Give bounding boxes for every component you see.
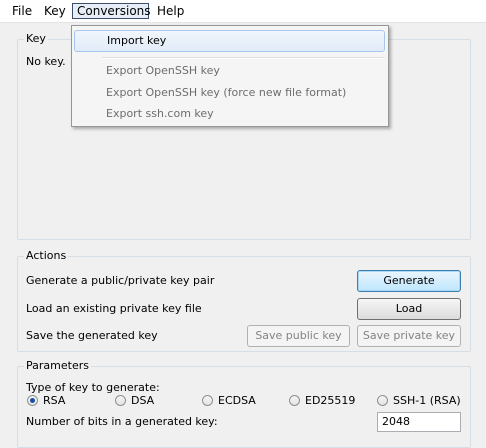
load-label: Load an existing private key file bbox=[26, 302, 202, 315]
radio-ed25519-label: ED25519 bbox=[305, 394, 356, 407]
menu-import-key[interactable]: Import key bbox=[74, 30, 385, 52]
save-private-key-button[interactable]: Save private key bbox=[357, 325, 461, 347]
radio-rsa[interactable]: RSA bbox=[27, 394, 65, 408]
radio-unchecked-icon bbox=[202, 395, 213, 406]
menu-separator bbox=[102, 57, 385, 59]
radio-ecdsa[interactable]: ECDSA bbox=[202, 394, 256, 408]
generate-label: Generate a public/private key pair bbox=[26, 274, 215, 287]
menu-bar: File Key Conversions Help bbox=[0, 0, 486, 23]
radio-checked-icon bbox=[27, 395, 38, 406]
save-label: Save the generated key bbox=[26, 329, 158, 342]
save-public-key-button[interactable]: Save public key bbox=[247, 325, 350, 347]
radio-dsa[interactable]: DSA bbox=[115, 394, 154, 408]
load-button[interactable]: Load bbox=[357, 298, 461, 320]
conversions-dropdown: Import key Export OpenSSH key Export Ope… bbox=[71, 25, 389, 127]
bits-input[interactable]: 2048 bbox=[377, 412, 461, 432]
menu-key[interactable]: Key bbox=[40, 3, 70, 19]
radio-ssh1-rsa[interactable]: SSH-1 (RSA) bbox=[377, 394, 461, 408]
actions-group-title: Actions bbox=[24, 249, 69, 262]
menu-export-sshcom-key[interactable]: Export ssh.com key bbox=[74, 103, 385, 125]
menu-help[interactable]: Help bbox=[153, 3, 188, 19]
radio-ed25519[interactable]: ED25519 bbox=[289, 394, 355, 408]
key-status-text: No key. bbox=[26, 55, 66, 68]
generate-button[interactable]: Generate bbox=[357, 270, 461, 292]
key-group-title: Key bbox=[24, 32, 48, 45]
radio-unchecked-icon bbox=[377, 395, 388, 406]
menu-conversions[interactable]: Conversions bbox=[72, 3, 151, 19]
radio-ecdsa-label: ECDSA bbox=[218, 394, 256, 407]
radio-dsa-label: DSA bbox=[131, 394, 155, 407]
key-type-label: Type of key to generate: bbox=[26, 381, 160, 394]
bits-label: Number of bits in a generated key: bbox=[26, 415, 218, 428]
radio-unchecked-icon bbox=[115, 395, 126, 406]
menu-export-openssh-key[interactable]: Export OpenSSH key bbox=[74, 60, 385, 82]
menu-file[interactable]: File bbox=[8, 3, 36, 19]
radio-unchecked-icon bbox=[289, 395, 300, 406]
parameters-group-title: Parameters bbox=[24, 359, 91, 372]
menu-export-openssh-new-format[interactable]: Export OpenSSH key (force new file forma… bbox=[74, 82, 385, 104]
radio-rsa-label: RSA bbox=[43, 394, 66, 407]
radio-ssh1-rsa-label: SSH-1 (RSA) bbox=[393, 394, 461, 407]
